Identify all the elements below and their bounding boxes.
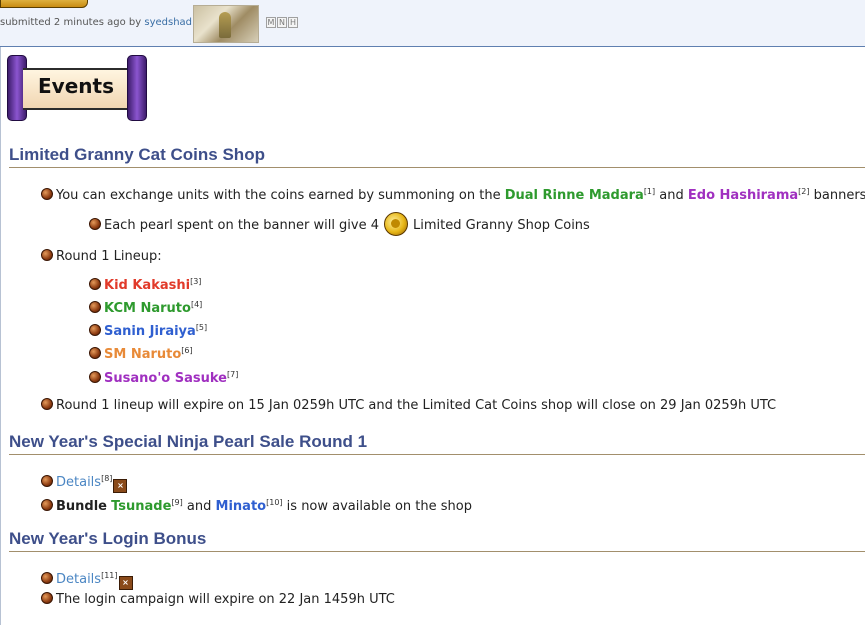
coin-icon [384,212,409,236]
bullet-icon [41,572,53,584]
lineup-item: Kid Kakashi[3] [89,274,201,294]
list-item-pearl-coins: Each pearl spent on the banner will give… [89,212,590,236]
bullet-icon [89,278,101,290]
lineup-item: Susano'o Sasuke[7] [89,367,238,387]
bullet-icon [89,324,101,336]
list-item-lineup-label: Round 1 Lineup: [41,249,162,265]
x-box-icon[interactable]: × [118,576,133,590]
bullet-icon [89,347,101,359]
footnote-ref[interactable]: [6] [181,346,192,355]
x-box-icon[interactable]: × [113,479,128,493]
lineup-item: SM Naruto[6] [89,343,193,363]
lineup-item: KCM Naruto[4] [89,297,202,317]
events-banner: Events [7,55,147,121]
bullet-icon [89,218,101,230]
list-item-login-expire: The login campaign will expire on 22 Jan… [41,592,395,608]
lineup-item: Sanin Jiraiya[5] [89,320,207,340]
section-title-granny: Limited Granny Cat Coins Shop [9,145,865,168]
bullet-icon [41,499,53,511]
bullet-icon [89,371,101,383]
section-title-login: New Year's Login Bonus [9,529,865,552]
author-link[interactable]: syedshad [144,17,192,28]
footnote-ref[interactable]: [8] [101,474,112,483]
list-item-pearl-details: Details[8]× [41,471,128,493]
flair-h[interactable]: H [288,17,298,28]
unit-sm-naruto[interactable]: SM Naruto [104,347,181,362]
post-thumbnail[interactable] [0,0,88,8]
flair-m[interactable]: M [266,17,276,28]
unit-kid-kakashi[interactable]: Kid Kakashi [104,278,190,293]
list-item-granny-intro: You can exchange units with the coins ea… [41,184,865,204]
bullet-icon [41,475,53,487]
bullet-icon [41,188,53,200]
details-link[interactable]: Details [56,475,101,490]
section-title-pearl-sale: New Year's Special Ninja Pearl Sale Roun… [9,432,865,455]
details-link[interactable]: Details [56,572,101,587]
footnote-ref[interactable]: [7] [227,370,238,379]
unit-dual-rinne-madara[interactable]: Dual Rinne Madara [505,188,644,203]
bullet-icon [41,592,53,604]
unit-minato[interactable]: Minato [216,499,267,514]
footnote-ref[interactable]: [11] [101,571,117,580]
scroll-rod-right [127,55,147,121]
submission-meta: submitted 2 minutes ago by syedshad [0,17,193,28]
author-avatar[interactable] [193,5,259,43]
bullet-icon [89,301,101,313]
list-item-login-details: Details[11]× [41,568,133,590]
footnote-ref[interactable]: [2] [798,187,809,196]
list-item-bundle: Bundle Tsunade[9] and Minato[10] is now … [41,495,472,515]
post-content: Events Limited Granny Cat Coins Shop You… [0,47,865,625]
unit-sanin-jiraiya[interactable]: Sanin Jiraiya [104,324,196,339]
bullet-icon [41,249,53,261]
footnote-ref[interactable]: [1] [644,187,655,196]
footnote-ref[interactable]: [10] [266,498,282,507]
submission-bar: submitted 2 minutes ago by syedshad M N … [0,0,865,47]
unit-susanoo-sasuke[interactable]: Susano'o Sasuke [104,371,227,386]
footnote-ref[interactable]: [9] [171,498,182,507]
unit-tsunade[interactable]: Tsunade [111,499,171,514]
footnote-ref[interactable]: [4] [191,300,202,309]
flair-n[interactable]: N [277,17,287,28]
list-item-lineup-expire: Round 1 lineup will expire on 15 Jan 025… [41,398,776,414]
events-title: Events [38,74,114,98]
footnote-ref[interactable]: [5] [196,323,207,332]
footnote-ref[interactable]: [3] [190,277,201,286]
bullet-icon [41,398,53,410]
unit-edo-hashirama[interactable]: Edo Hashirama [688,188,798,203]
unit-kcm-naruto[interactable]: KCM Naruto [104,301,191,316]
